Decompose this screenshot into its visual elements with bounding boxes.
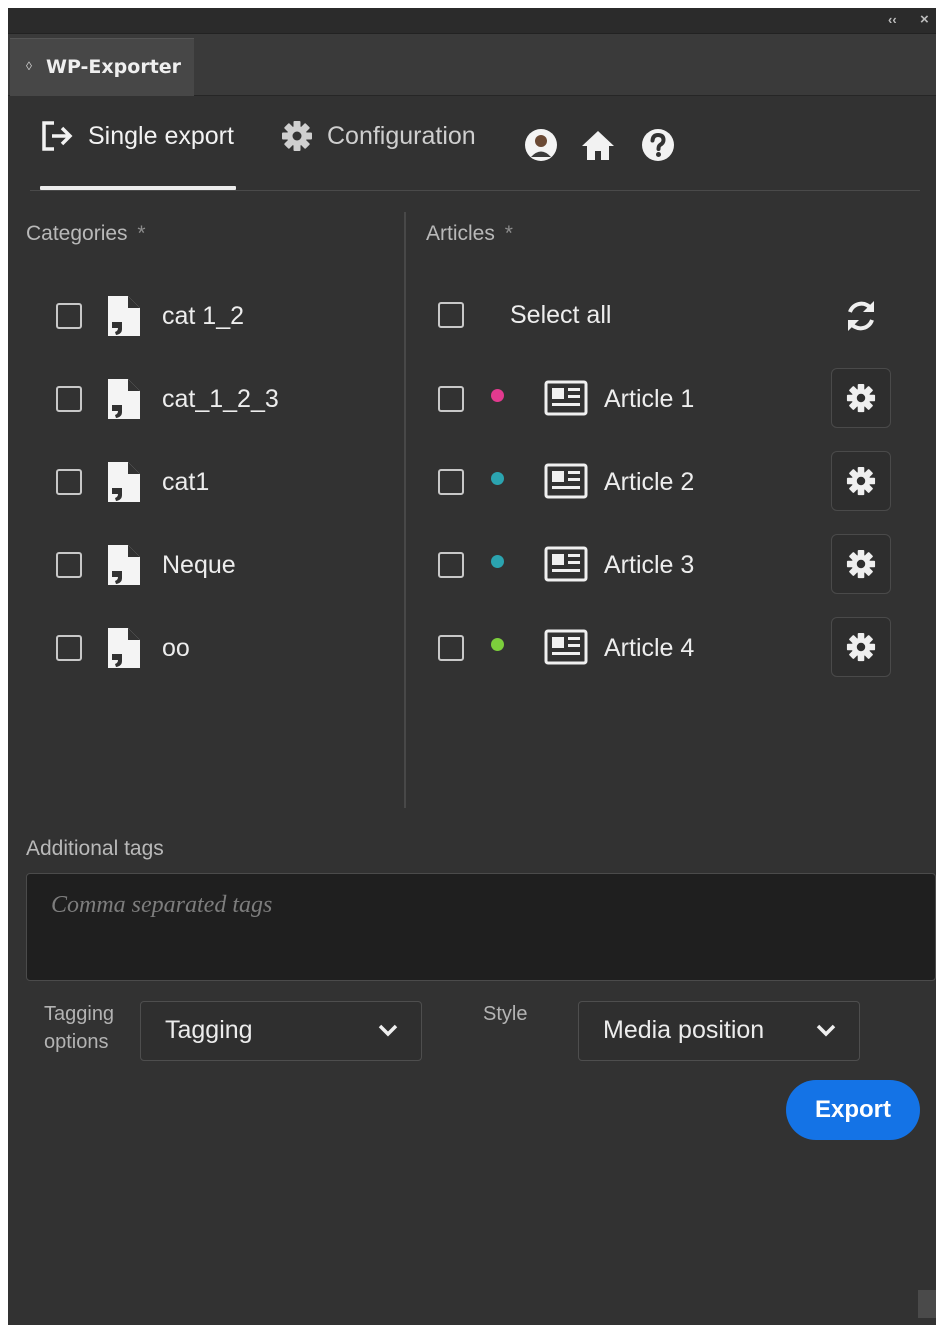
- category-label: cat 1_2: [162, 302, 245, 330]
- category-icon: [108, 296, 140, 336]
- select-all-checkbox[interactable]: [438, 302, 464, 328]
- article-label: Article 3: [604, 551, 695, 579]
- tagging-options-label-line: options: [44, 1031, 109, 1053]
- collapse-panel-icon[interactable]: ‹‹: [888, 12, 897, 27]
- gear-icon: [846, 466, 876, 496]
- category-icon: [108, 379, 140, 419]
- category-label: Neque: [162, 551, 236, 579]
- categories-label: Categories: [26, 222, 128, 245]
- article-settings-button[interactable]: [831, 534, 891, 594]
- article-icon: [544, 380, 588, 416]
- article-label: Article 4: [604, 634, 695, 662]
- article-label: Article 2: [604, 468, 695, 496]
- panel-topbar: ‹‹ ×: [8, 8, 936, 34]
- refresh-icon[interactable]: [843, 298, 879, 334]
- panel-tab[interactable]: ◊ WP-Exporter: [10, 38, 194, 96]
- article-checkbox[interactable]: [438, 386, 464, 412]
- article-status-dot: [491, 555, 504, 568]
- chevron-down-icon: [378, 1024, 398, 1037]
- article-label: Article 1: [604, 385, 695, 413]
- category-icon: [108, 628, 140, 668]
- select-all-label: Select all: [510, 301, 612, 329]
- article-status-dot: [491, 472, 504, 485]
- tab-configuration[interactable]: Configuration: [281, 118, 476, 154]
- category-checkbox[interactable]: [56, 635, 82, 661]
- article-checkbox[interactable]: [438, 469, 464, 495]
- gear-icon: [282, 121, 312, 151]
- article-icon: [544, 629, 588, 665]
- chevron-down-icon: [816, 1024, 836, 1037]
- articles-heading: Articles *: [426, 222, 513, 246]
- required-mark: *: [137, 222, 146, 245]
- gear-icon: [846, 549, 876, 579]
- category-icon: [108, 545, 140, 585]
- panel-tabstrip: ◊ WP-Exporter: [8, 34, 936, 96]
- article-checkbox[interactable]: [438, 635, 464, 661]
- article-settings-button[interactable]: [831, 451, 891, 511]
- article-status-dot: [491, 638, 504, 651]
- export-button[interactable]: Export: [786, 1080, 920, 1140]
- article-checkbox[interactable]: [438, 552, 464, 578]
- export-icon: [42, 121, 73, 151]
- resize-handle[interactable]: [918, 1290, 936, 1318]
- style-select[interactable]: Media position: [578, 1001, 860, 1061]
- tagging-options-label: Tagging options: [44, 1001, 114, 1055]
- category-label: cat1: [162, 468, 210, 496]
- category-checkbox[interactable]: [56, 386, 82, 412]
- article-settings-button[interactable]: [831, 617, 891, 677]
- tab-configuration-label: Configuration: [327, 121, 476, 150]
- style-label: Style: [483, 1003, 528, 1025]
- user-avatar-icon[interactable]: [524, 128, 558, 162]
- article-icon: [544, 463, 588, 499]
- category-label: oo: [162, 634, 190, 662]
- article-settings-button[interactable]: [831, 368, 891, 428]
- category-checkbox[interactable]: [56, 469, 82, 495]
- column-divider: [404, 212, 406, 808]
- close-panel-icon[interactable]: ×: [920, 11, 929, 28]
- tagging-options-label-line: Tagging: [44, 1003, 115, 1025]
- tab-single-export-label: Single export: [88, 121, 234, 150]
- category-checkbox[interactable]: [56, 552, 82, 578]
- panel-title: WP-Exporter: [46, 56, 182, 78]
- tags-placeholder: Comma separated tags: [51, 892, 273, 918]
- category-icon: [108, 462, 140, 502]
- required-mark: *: [504, 222, 513, 245]
- home-icon[interactable]: [580, 128, 616, 162]
- gear-icon: [846, 632, 876, 662]
- article-icon: [544, 546, 588, 582]
- gear-icon: [846, 383, 876, 413]
- additional-tags-textarea[interactable]: Comma separated tags: [26, 873, 936, 981]
- tagging-options-select[interactable]: Tagging: [140, 1001, 422, 1061]
- help-icon[interactable]: [641, 128, 675, 162]
- article-status-dot: [491, 389, 504, 402]
- additional-tags-label: Additional tags: [26, 837, 164, 860]
- tab-single-export[interactable]: Single export: [40, 118, 234, 154]
- panel-grip-icon[interactable]: ◊: [26, 59, 32, 73]
- categories-heading: Categories *: [26, 222, 146, 246]
- style-value: Media position: [603, 1016, 765, 1044]
- category-checkbox[interactable]: [56, 303, 82, 329]
- articles-label: Articles: [426, 222, 495, 245]
- tagging-options-value: Tagging: [165, 1016, 253, 1044]
- category-label: cat_1_2_3: [162, 385, 279, 413]
- nav-divider: [30, 190, 920, 191]
